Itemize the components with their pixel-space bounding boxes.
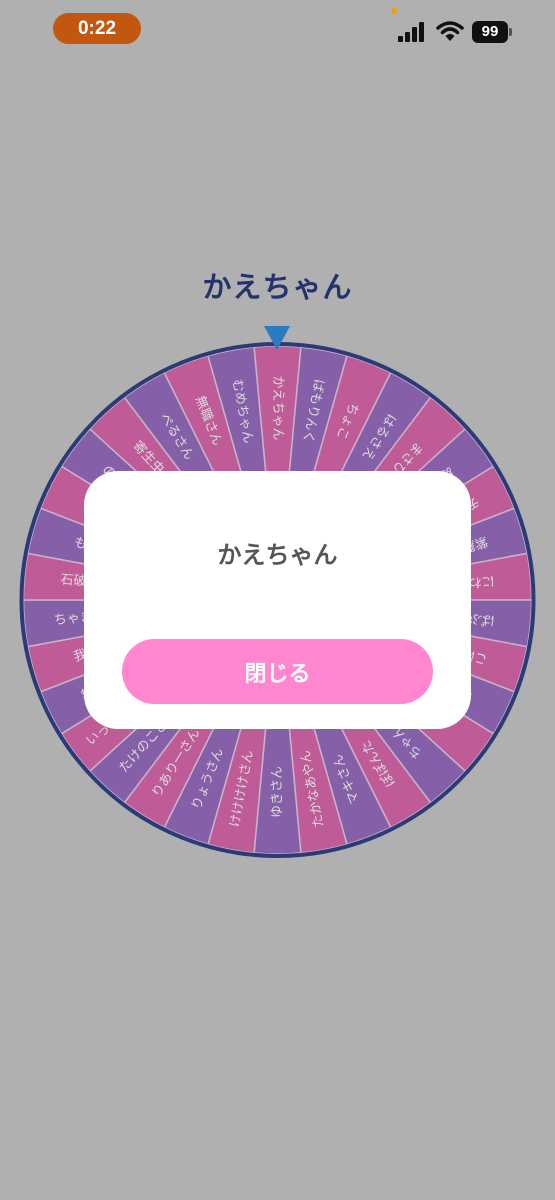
battery-indicator: 99 bbox=[472, 21, 508, 43]
battery-nub bbox=[509, 28, 512, 36]
status-bar: 0:22 99 bbox=[0, 0, 555, 60]
result-text: かえちゃん bbox=[217, 541, 338, 569]
wheel-segment-label: かえちゃん bbox=[270, 375, 285, 440]
wheel-current-label: かえちゃん bbox=[202, 270, 353, 304]
privacy-indicator-dot bbox=[391, 8, 397, 14]
wheel-segment-label: ゆきさん bbox=[270, 766, 285, 818]
status-time: 0:22 bbox=[53, 13, 141, 44]
close-button[interactable]: 閉じる bbox=[122, 639, 433, 704]
wifi-icon bbox=[436, 21, 464, 41]
signal-icon bbox=[398, 22, 424, 42]
result-modal: かえちゃん 閉じる bbox=[84, 471, 471, 729]
